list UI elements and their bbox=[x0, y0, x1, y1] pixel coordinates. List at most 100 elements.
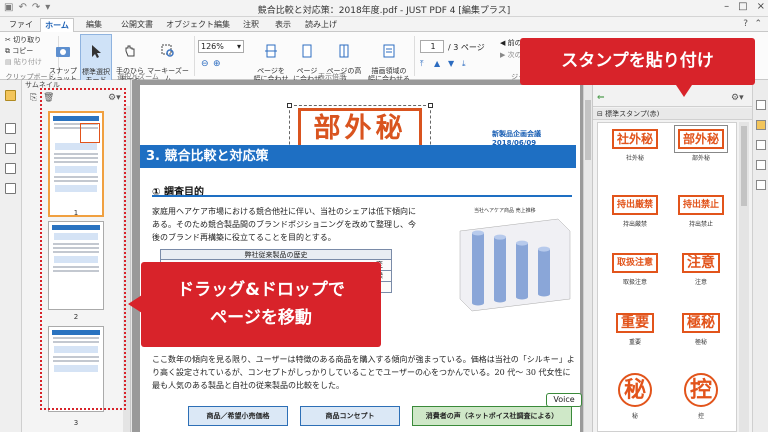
stamp-mark: 極秘 bbox=[682, 313, 720, 333]
fit-drawing-icon bbox=[383, 44, 395, 58]
stamp-item-hikae[interactable]: 控控 bbox=[670, 373, 732, 420]
callout-paste-stamp: スタンプを貼り付け bbox=[520, 38, 755, 85]
collapse-icon: ⊟ bbox=[597, 110, 603, 118]
resize-handle[interactable] bbox=[287, 103, 292, 108]
right-sidebar bbox=[752, 80, 768, 432]
hand-icon bbox=[125, 45, 135, 57]
snapshot-button[interactable]: スナップ ショット bbox=[48, 36, 78, 83]
drag-area-highlight bbox=[40, 88, 126, 410]
chevron-down-icon: ▾ bbox=[236, 42, 241, 51]
search-icon[interactable] bbox=[756, 140, 766, 150]
arrow-pointer-icon bbox=[92, 45, 101, 58]
copy-button[interactable]: ⧉ コピー bbox=[5, 47, 33, 55]
stamp-item-chui[interactable]: 注意 注意 bbox=[670, 253, 732, 286]
resize-handle[interactable] bbox=[428, 103, 433, 108]
signature-icon[interactable] bbox=[756, 160, 766, 170]
window-title: 競合比較と対応策：2018年度.pdf - JUST PDF 4 [編集プラス] bbox=[257, 6, 511, 16]
zoom-combo[interactable]: 126% ▾ bbox=[198, 40, 244, 53]
paste-icon: ▤ bbox=[5, 58, 12, 66]
paragraph-purpose: 家庭用ヘアケア市場における競合他社に伴い、当社のシェアは低下傾向にある。そのため… bbox=[152, 207, 416, 242]
callout-pointer-left bbox=[128, 295, 142, 313]
placed-stamp[interactable]: 部外秘 bbox=[298, 108, 422, 150]
stamp-tool-icon[interactable] bbox=[756, 120, 766, 130]
scroll-thumb[interactable] bbox=[741, 126, 747, 206]
first-page-icon[interactable]: ⤒ bbox=[420, 59, 424, 69]
ribbon-separator bbox=[414, 36, 415, 76]
column-header-price: 商品／希望小売価格 bbox=[188, 406, 288, 426]
chart-bar-4 bbox=[538, 246, 550, 297]
page-thumbnails-icon[interactable] bbox=[5, 90, 16, 101]
callout-pointer-down bbox=[676, 85, 692, 97]
help-icon[interactable]: ? bbox=[743, 19, 748, 29]
window-controls: – □ × bbox=[724, 1, 765, 12]
stamp-mark: 重要 bbox=[616, 313, 654, 333]
column-header-voice: 消費者の声（ネットボイス社調査による） bbox=[412, 406, 572, 426]
insert-page-icon[interactable]: ⎘ bbox=[30, 93, 37, 103]
stamp-mark: 控 bbox=[684, 373, 718, 407]
close-button[interactable]: × bbox=[757, 1, 765, 12]
document-scrollbar[interactable] bbox=[583, 80, 592, 432]
prev-page-icon[interactable]: ▲ bbox=[434, 59, 440, 68]
zoom-in-icon[interactable]: ⊕ bbox=[213, 59, 221, 69]
zoom-rect-icon bbox=[161, 44, 174, 57]
stamp-item-shagaihi[interactable]: 社外秘 社外秘 bbox=[604, 129, 666, 162]
history-icon[interactable] bbox=[756, 180, 766, 190]
document-view[interactable]: 部外秘 新製品企画会議 2018/06/09 3. 競合比較と対応策 ① 調査目… bbox=[132, 80, 583, 432]
chart-bar-2 bbox=[494, 234, 506, 303]
stamp-panel-scrollbar[interactable] bbox=[739, 122, 749, 432]
document-page: 部外秘 新製品企画会議 2018/06/09 3. 競合比較と対応策 ① 調査目… bbox=[140, 85, 582, 432]
chart-bar-3 bbox=[516, 240, 528, 300]
chart-bar-1 bbox=[472, 230, 484, 306]
page-total: / 3 ページ bbox=[448, 43, 485, 52]
properties-icon[interactable] bbox=[756, 100, 766, 110]
zoom-out-icon[interactable]: ⊖ bbox=[201, 59, 209, 69]
chart-plot bbox=[459, 218, 571, 312]
page-number-input[interactable]: 1 bbox=[420, 40, 444, 53]
tab-object-edit[interactable]: オブジェクト編集 bbox=[164, 18, 232, 32]
next-page-icon[interactable]: ▼ bbox=[448, 59, 454, 68]
fit-width-icon bbox=[265, 44, 277, 58]
stamp-item-mochidashi-kinshi[interactable]: 持出禁止 持出禁止 bbox=[670, 195, 732, 228]
fit-height-icon bbox=[339, 44, 349, 58]
layers-icon[interactable] bbox=[5, 143, 16, 154]
sales-chart: 当社ヘアケア商品 売上推移 bbox=[446, 205, 576, 315]
scroll-thumb[interactable] bbox=[585, 100, 591, 160]
minimize-button[interactable]: – bbox=[724, 1, 729, 12]
stamp-panel: ⇐ ⚙▾ ⊟ 標準スタンプ(赤) 社外秘 社外秘 部外秘 部外秘 持出厳禁 持出厳禁 … bbox=[592, 80, 753, 432]
gear-icon[interactable]: ⚙▾ bbox=[731, 93, 744, 103]
last-page-icon[interactable]: ⤓ bbox=[462, 59, 466, 69]
cut-button[interactable]: ✂ 切り取り bbox=[5, 36, 41, 44]
tab-publish[interactable]: 公開文書 bbox=[116, 18, 158, 32]
stamp-category[interactable]: ⊟ 標準スタンプ(赤) bbox=[593, 108, 753, 120]
stamp-mark: 社外秘 bbox=[611, 129, 658, 149]
stamp-item-juyo[interactable]: 重要 重要 bbox=[604, 313, 666, 346]
scissors-icon: ✂ bbox=[5, 36, 11, 44]
camera-icon bbox=[56, 47, 70, 57]
stamp-mark: 部外秘 bbox=[673, 125, 729, 153]
stamp-item-gokuhi[interactable]: 極秘 極秘 bbox=[670, 313, 732, 346]
tab-edit[interactable]: 編集 bbox=[80, 18, 108, 32]
stamp-item-hi[interactable]: 秘秘 bbox=[604, 373, 666, 420]
tab-read-aloud[interactable]: 読み上げ bbox=[302, 18, 340, 32]
ribbon-separator bbox=[194, 36, 195, 76]
callout-drag-drop: ドラッグ&ドロップで ページを移動 bbox=[141, 262, 381, 347]
maximize-button[interactable]: □ bbox=[738, 1, 747, 12]
stamp-item-bugaihi[interactable]: 部外秘 部外秘 bbox=[670, 125, 732, 162]
paragraph-trend: ここ数年の傾向を見る限り、ユーザーは特徴のある商品を購入する傾向が強まっている。… bbox=[152, 355, 575, 390]
stamp-mark: 秘 bbox=[618, 373, 652, 407]
tab-view[interactable]: 表示 bbox=[270, 18, 296, 32]
page-number-label: 3 bbox=[73, 419, 79, 427]
tab-file[interactable]: ファイル bbox=[6, 18, 36, 42]
stamp-item-mochidashi-genkin[interactable]: 持出厳禁 持出厳禁 bbox=[604, 195, 666, 228]
copy-icon: ⧉ bbox=[5, 47, 10, 55]
stamp-item-toriatsukai-chui[interactable]: 取扱注意 取扱注意 bbox=[604, 253, 666, 286]
ribbon-collapse-icon[interactable]: ⌃ bbox=[754, 19, 762, 29]
back-arrow-icon[interactable]: ⇐ bbox=[597, 93, 605, 103]
title-bar: ▣ ↶ ↷ ▾ 競合比較と対応策：2018年度.pdf - JUST PDF 4… bbox=[0, 0, 768, 17]
bookmarks-icon[interactable] bbox=[5, 123, 16, 134]
attachments-icon[interactable] bbox=[5, 163, 16, 174]
paste-button[interactable]: ▤ 貼り付け bbox=[5, 58, 42, 66]
tab-home[interactable]: ホーム bbox=[40, 18, 74, 32]
comments-icon[interactable] bbox=[5, 183, 16, 194]
tab-annotation[interactable]: 注釈 bbox=[238, 18, 264, 32]
